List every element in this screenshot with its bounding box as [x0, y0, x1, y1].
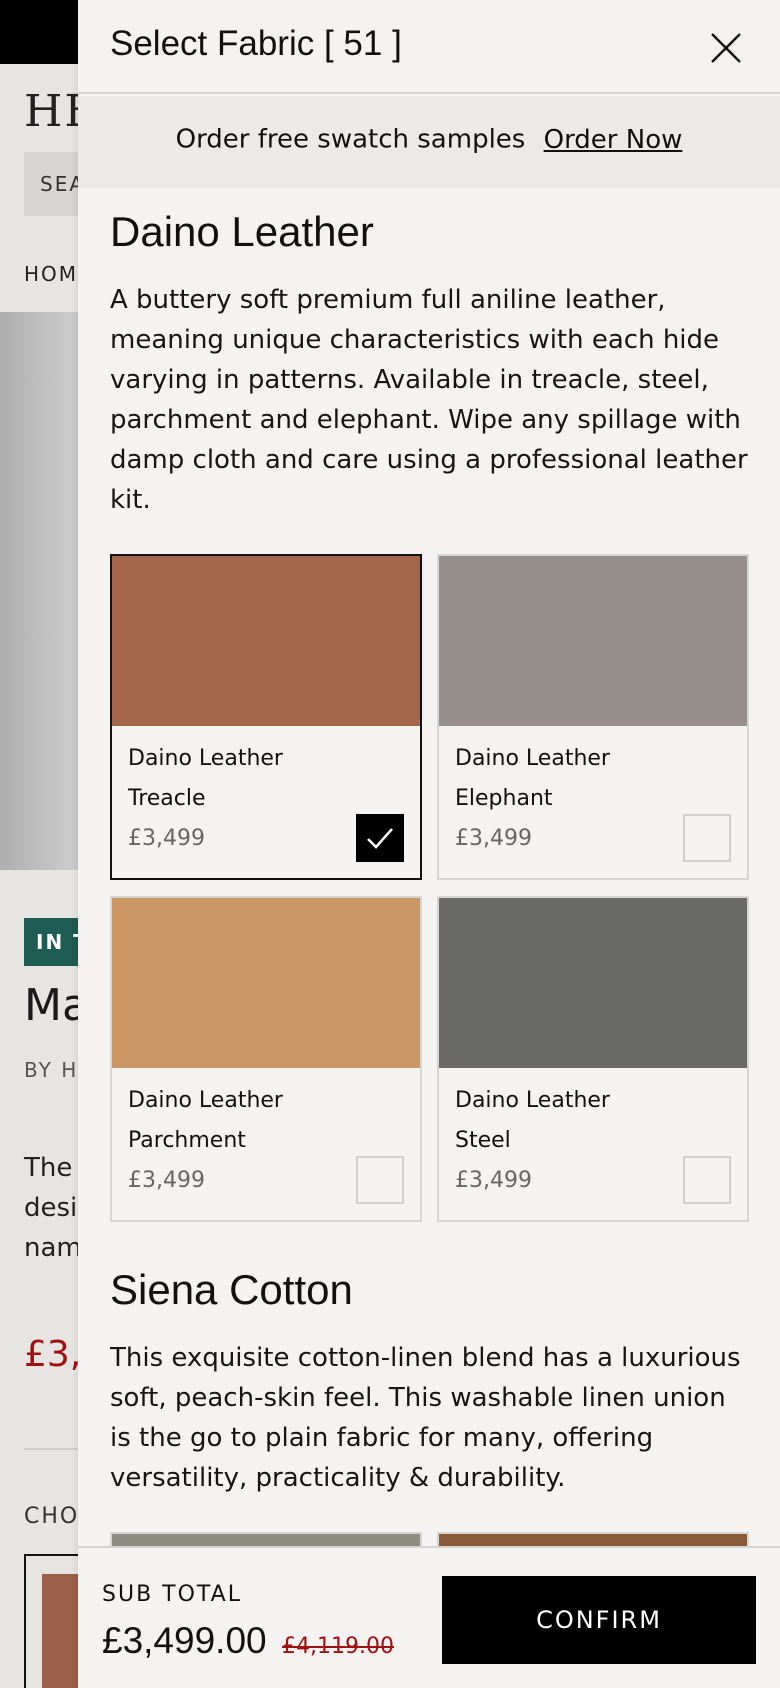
background-desc-line: The — [24, 1153, 73, 1183]
fabric-card-treacle[interactable]: Daino Leather Treacle £3,499 — [110, 554, 422, 880]
fabric-checkbox[interactable] — [683, 1156, 731, 1204]
fabric-swatch — [112, 898, 420, 1068]
subtotal-label: SUB TOTAL — [102, 1582, 242, 1607]
swatch-promo-banner: Order free swatch samples Order Now — [78, 96, 780, 188]
background-by-line: BY H — [24, 1058, 79, 1082]
drawer-footer: SUB TOTAL £3,499.00 £4,119.00 CONFIRM — [78, 1546, 780, 1688]
section-description: A buttery soft premium full aniline leat… — [110, 285, 748, 515]
fabric-price: £3,499 — [128, 826, 205, 851]
fabric-name: Daino Leather — [128, 746, 283, 771]
confirm-button[interactable]: CONFIRM — [442, 1576, 756, 1664]
original-price: £4,119.00 — [282, 1634, 394, 1659]
order-now-link[interactable]: Order Now — [544, 125, 683, 155]
background-fabric-swatch — [42, 1574, 82, 1688]
background-desc-line: desi — [24, 1193, 78, 1223]
fabric-variant: Parchment — [128, 1128, 246, 1153]
background-desc-line: nam — [24, 1233, 82, 1263]
fabric-drawer: Select Fabric [ 51 ] Order free swatch s… — [78, 0, 780, 1688]
fabric-name: Daino Leather — [455, 746, 610, 771]
fabric-swatch — [439, 898, 747, 1068]
fabric-checkbox[interactable] — [683, 814, 731, 862]
drawer-header: Select Fabric [ 51 ] — [78, 0, 780, 94]
fabric-card-elephant[interactable]: Daino Leather Elephant £3,499 — [437, 554, 749, 880]
drawer-title: Select Fabric [ 51 ] — [110, 24, 402, 63]
background-description: The desi nam — [24, 1148, 82, 1268]
fabric-variant: Elephant — [455, 786, 553, 811]
fabric-price: £3,499 — [455, 1168, 532, 1193]
close-button[interactable] — [702, 24, 750, 72]
fabric-name: Daino Leather — [455, 1088, 610, 1113]
fabric-swatch — [439, 556, 747, 726]
section-title: Siena Cotton — [110, 1266, 353, 1313]
fabric-checkbox[interactable] — [356, 814, 404, 862]
fabric-price: £3,499 — [128, 1168, 205, 1193]
fabric-variant: Treacle — [128, 786, 206, 811]
checkmark-icon — [367, 828, 393, 849]
fabric-card-parchment[interactable]: Daino Leather Parchment £3,499 — [110, 896, 422, 1222]
fabric-swatch — [112, 556, 420, 726]
fabric-variant: Steel — [455, 1128, 511, 1153]
fabric-checkbox[interactable] — [356, 1156, 404, 1204]
fabric-price: £3,499 — [455, 826, 532, 851]
close-icon — [711, 33, 741, 63]
subtotal-price: £3,499.00 — [102, 1620, 267, 1661]
background-breadcrumb: HOM — [24, 262, 79, 286]
fabric-name: Daino Leather — [128, 1088, 283, 1113]
background-choose-label: CHO — [24, 1504, 80, 1529]
section-description: This exquisite cotton-linen blend has a … — [110, 1343, 741, 1493]
background-price: £3, — [24, 1334, 82, 1375]
fabric-card-steel[interactable]: Daino Leather Steel £3,499 — [437, 896, 749, 1222]
section-title: Daino Leather — [110, 208, 374, 255]
promo-text: Order free swatch samples — [175, 124, 526, 155]
